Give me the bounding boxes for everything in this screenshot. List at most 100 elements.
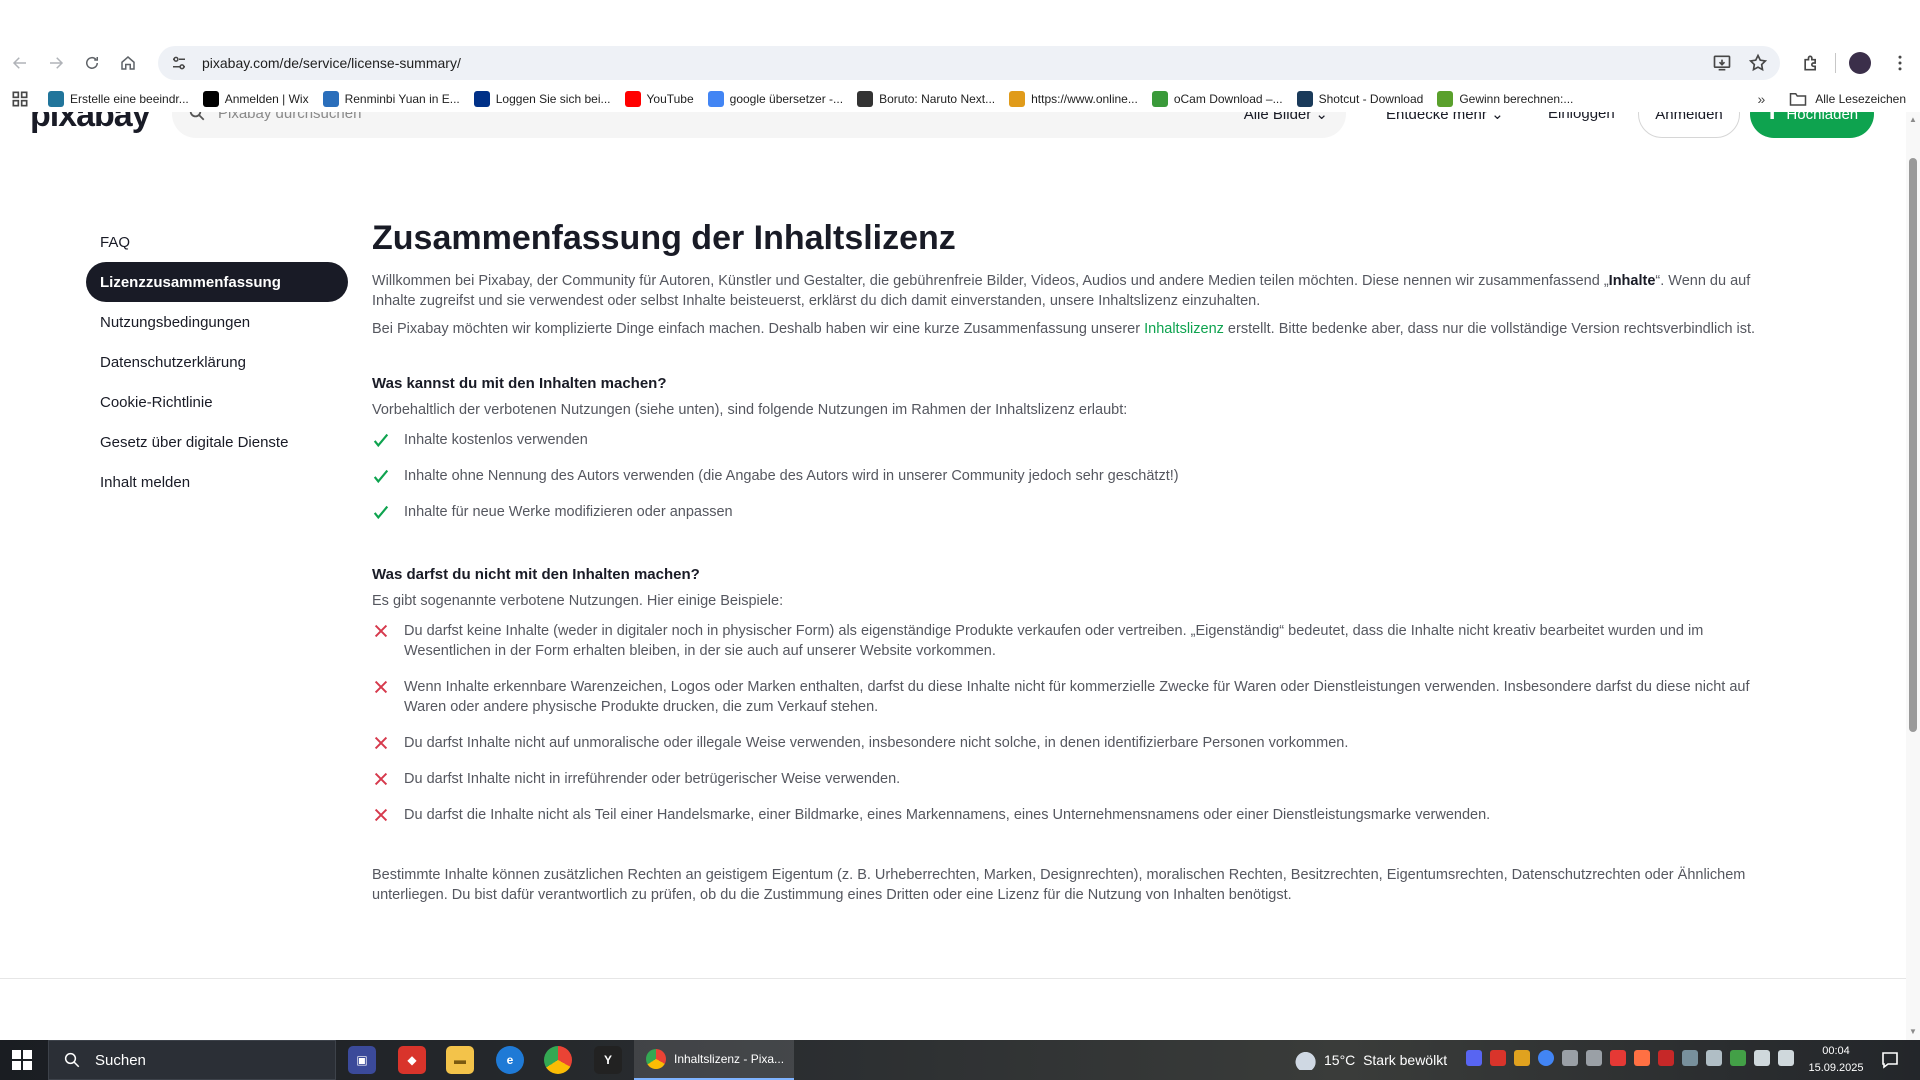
sidebar-item-report[interactable]: Inhalt melden — [86, 462, 348, 502]
pixabay-logo[interactable]: pixabay — [30, 112, 151, 135]
upload-label: Hochladen — [1786, 112, 1859, 123]
bookmark-label: https://www.online... — [1031, 92, 1138, 106]
weather-widget[interactable]: 15°C Stark bewölkt — [1290, 1040, 1447, 1080]
reload-button[interactable] — [76, 47, 108, 79]
sidebar-item-terms[interactable]: Nutzungsbedingungen — [86, 302, 348, 342]
bookmark-item[interactable]: Boruto: Naruto Next... — [857, 86, 995, 112]
home-button[interactable] — [112, 47, 144, 79]
license-link[interactable]: Inhaltslizenz — [1144, 321, 1224, 337]
media-filter-dropdown[interactable]: Alle Bilder ⌄ — [1244, 112, 1328, 123]
bookmark-label: Renminbi Yuan in E... — [344, 92, 460, 106]
bookmarks-bar: Erstelle eine beeindr... Anmelden | Wix Re… — [0, 86, 1920, 112]
tray-app-icon[interactable] — [1562, 1050, 1578, 1066]
record-icon[interactable] — [1610, 1050, 1626, 1066]
bookmark-item[interactable]: Gewinn berechnen:... — [1437, 86, 1573, 112]
bookmark-item[interactable]: Erstelle eine beeindr... — [48, 86, 189, 112]
browser-menu-button[interactable] — [1880, 44, 1920, 82]
tray-app-icon[interactable] — [1514, 1050, 1530, 1066]
site-header: pixabay Pixabay durchsuchen Alle Bilder … — [0, 112, 1906, 142]
url-text[interactable]: pixabay.com/de/service/license-summary/ — [202, 55, 461, 71]
windows-start-icon[interactable] — [12, 1050, 32, 1070]
all-bookmarks-link[interactable]: Alle Lesezeichen — [1815, 92, 1906, 106]
tray-app-icon[interactable] — [1658, 1050, 1674, 1066]
tray-app-icon[interactable] — [1586, 1050, 1602, 1066]
toolbar-separator — [1835, 53, 1836, 73]
avatar — [1849, 52, 1871, 74]
notification-icon[interactable] — [1880, 1050, 1900, 1070]
tray-app-icon[interactable] — [1682, 1050, 1698, 1066]
more-bookmarks-icon[interactable]: » — [1757, 91, 1765, 107]
scroll-down-icon[interactable]: ▼ — [1909, 1028, 1917, 1036]
bookmark-item[interactable]: oCam Download –... — [1151, 86, 1283, 112]
yandex-icon[interactable]: Y — [594, 1046, 622, 1074]
usb-icon[interactable] — [1706, 1050, 1722, 1066]
save-app-icon[interactable]: ▣ — [348, 1046, 376, 1074]
arrow-right-icon — [50, 57, 64, 69]
list-item-text: Du darfst Inhalte nicht auf unmoralische… — [404, 735, 1349, 751]
checkmark-icon — [372, 466, 404, 486]
weather-condition: Stark bewölkt — [1363, 1052, 1448, 1068]
discord-icon[interactable] — [1466, 1050, 1482, 1066]
taskbar-search[interactable]: Suchen — [48, 1040, 336, 1080]
cloud-icon — [1290, 1050, 1316, 1070]
install-app-icon[interactable] — [1712, 53, 1732, 73]
sidebar-item-license-summary[interactable]: Lizenzzusammenfassung — [86, 262, 348, 302]
apps-grid-icon[interactable] — [10, 89, 30, 109]
taskbar-active-window[interactable]: Inhaltslizenz - Pixa... — [634, 1040, 794, 1080]
taskbar-search-label: Suchen — [95, 1051, 146, 1069]
more-vertical-icon — [1898, 55, 1902, 71]
bookmark-item[interactable]: YouTube — [624, 86, 694, 112]
bookmark-item[interactable]: Shotcut - Download — [1296, 86, 1423, 112]
bookmark-label: Loggen Sie sich bei... — [495, 92, 611, 106]
upload-button[interactable]: ⬆ Hochladen — [1750, 112, 1874, 138]
bookmark-item[interactable]: Anmelden | Wix — [202, 86, 309, 112]
page-viewport: pixabay Pixabay durchsuchen Alle Bilder … — [0, 112, 1906, 1040]
search-icon — [64, 1052, 80, 1068]
anydesk-icon[interactable]: ◆ — [398, 1046, 426, 1074]
media-filter-label: Alle Bilder — [1243, 112, 1312, 123]
signup-button[interactable]: Anmelden — [1638, 112, 1740, 138]
youtube-icon — [624, 91, 641, 107]
sidebar-item-cookies[interactable]: Cookie-Richtlinie — [86, 382, 348, 422]
chrome-tray-icon[interactable] — [1538, 1050, 1554, 1066]
list-item-text: Wenn Inhalte erkennbare Warenzeichen, Lo… — [404, 679, 1750, 715]
scrollbar-thumb[interactable] — [1909, 158, 1917, 732]
site-settings-icon[interactable] — [170, 54, 188, 72]
bookmark-item[interactable]: https://www.online... — [1009, 86, 1138, 112]
security-icon[interactable] — [1730, 1050, 1746, 1066]
scroll-up-icon[interactable]: ▲ — [1909, 116, 1917, 124]
volume-icon[interactable] — [1778, 1050, 1794, 1066]
chrome-icon[interactable] — [544, 1046, 572, 1074]
antivirus-icon[interactable] — [1490, 1050, 1506, 1066]
edge-icon[interactable]: e — [496, 1046, 524, 1074]
extensions-button[interactable] — [1791, 44, 1831, 82]
allowed-list: Inhalte kostenlos verwenden Inhalte ohne … — [372, 430, 1782, 522]
network-icon[interactable] — [1754, 1050, 1770, 1066]
sidebar-item-faq[interactable]: FAQ — [86, 222, 348, 262]
folder-icon — [1790, 93, 1807, 106]
search-placeholder: Pixabay durchsuchen — [218, 112, 362, 122]
page-scrollbar[interactable]: ▲ ▼ — [1906, 112, 1920, 1040]
list-item: Du darfst Inhalte nicht in irreführender… — [372, 769, 1782, 789]
bookmark-star-icon[interactable] — [1748, 53, 1768, 73]
sidebar-item-dsa[interactable]: Gesetz über digitale Dienste — [86, 422, 348, 462]
service-sidebar: FAQ Lizenzzusammenfassung Nutzungsbeding… — [86, 222, 348, 502]
address-bar[interactable]: pixabay.com/de/service/license-summary/ — [158, 46, 1780, 80]
bookmark-label: Gewinn berechnen:... — [1459, 92, 1574, 106]
profile-button[interactable] — [1840, 44, 1880, 82]
tray-app-icon[interactable] — [1634, 1050, 1650, 1066]
system-tray — [1466, 1050, 1794, 1066]
list-item-text: Inhalte ohne Nennung des Autors verwende… — [404, 468, 1179, 484]
sidebar-item-privacy[interactable]: Datenschutzerklärung — [86, 342, 348, 382]
back-button[interactable] — [4, 47, 36, 79]
bookmark-item[interactable]: google übersetzer -... — [707, 86, 843, 112]
file-explorer-icon[interactable]: ▬ — [446, 1046, 474, 1074]
system-clock[interactable]: 00:04 15.09.2025 — [1806, 1043, 1866, 1077]
chrome-icon — [646, 1049, 666, 1069]
search-input[interactable]: Pixabay durchsuchen Alle Bilder ⌄ — [172, 112, 1346, 138]
forward-button[interactable] — [40, 47, 72, 79]
bookmark-item[interactable]: Renminbi Yuan in E... — [322, 86, 460, 112]
explore-menu[interactable]: Entdecke mehr ⌄ — [1386, 112, 1504, 123]
bookmark-item[interactable]: Loggen Sie sich bei... — [473, 86, 611, 112]
login-link[interactable]: Einloggen — [1548, 112, 1615, 122]
